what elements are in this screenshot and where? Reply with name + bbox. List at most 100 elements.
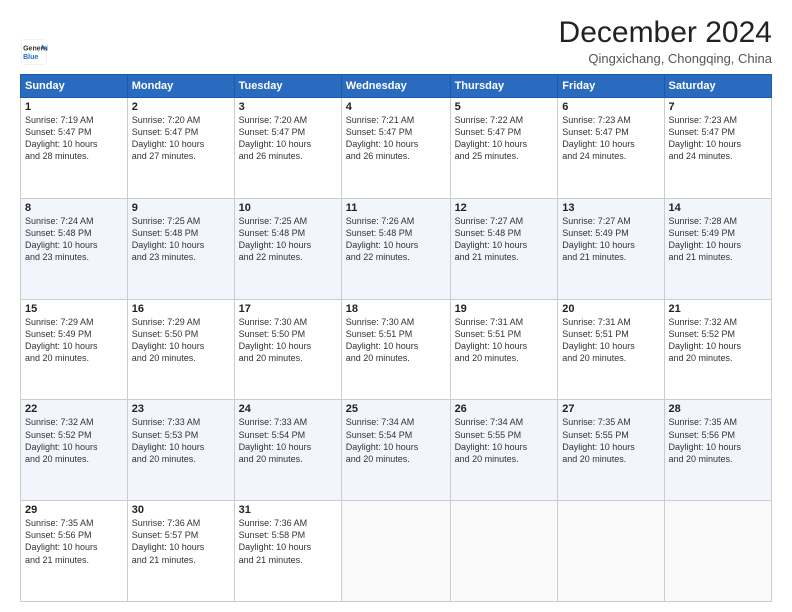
calendar-cell: 19Sunrise: 7:31 AM Sunset: 5:51 PM Dayli… bbox=[450, 299, 558, 400]
calendar-cell: 13Sunrise: 7:27 AM Sunset: 5:49 PM Dayli… bbox=[558, 198, 664, 299]
day-info: Sunrise: 7:30 AM Sunset: 5:51 PM Dayligh… bbox=[346, 316, 446, 365]
calendar-cell: 14Sunrise: 7:28 AM Sunset: 5:49 PM Dayli… bbox=[664, 198, 771, 299]
title-block: December 2024 Qingxichang, Chongqing, Ch… bbox=[559, 16, 772, 66]
day-info: Sunrise: 7:29 AM Sunset: 5:50 PM Dayligh… bbox=[132, 316, 230, 365]
day-number: 26 bbox=[455, 403, 554, 415]
logo-icon: General Blue bbox=[20, 38, 48, 66]
calendar-cell: 28Sunrise: 7:35 AM Sunset: 5:56 PM Dayli… bbox=[664, 400, 771, 501]
day-info: Sunrise: 7:31 AM Sunset: 5:51 PM Dayligh… bbox=[455, 316, 554, 365]
day-number: 6 bbox=[562, 101, 659, 113]
day-number: 13 bbox=[562, 202, 659, 214]
calendar-cell: 3Sunrise: 7:20 AM Sunset: 5:47 PM Daylig… bbox=[234, 98, 341, 199]
col-header-sunday: Sunday bbox=[21, 75, 128, 98]
day-number: 22 bbox=[25, 403, 123, 415]
calendar-cell: 10Sunrise: 7:25 AM Sunset: 5:48 PM Dayli… bbox=[234, 198, 341, 299]
day-number: 19 bbox=[455, 303, 554, 315]
calendar-cell: 12Sunrise: 7:27 AM Sunset: 5:48 PM Dayli… bbox=[450, 198, 558, 299]
calendar-cell: 24Sunrise: 7:33 AM Sunset: 5:54 PM Dayli… bbox=[234, 400, 341, 501]
day-number: 21 bbox=[669, 303, 767, 315]
col-header-tuesday: Tuesday bbox=[234, 75, 341, 98]
day-info: Sunrise: 7:34 AM Sunset: 5:54 PM Dayligh… bbox=[346, 416, 446, 465]
day-number: 15 bbox=[25, 303, 123, 315]
day-number: 18 bbox=[346, 303, 446, 315]
day-info: Sunrise: 7:23 AM Sunset: 5:47 PM Dayligh… bbox=[562, 114, 659, 163]
day-number: 30 bbox=[132, 504, 230, 516]
calendar-cell: 7Sunrise: 7:23 AM Sunset: 5:47 PM Daylig… bbox=[664, 98, 771, 199]
day-number: 4 bbox=[346, 101, 446, 113]
calendar-cell: 4Sunrise: 7:21 AM Sunset: 5:47 PM Daylig… bbox=[341, 98, 450, 199]
day-info: Sunrise: 7:35 AM Sunset: 5:56 PM Dayligh… bbox=[25, 517, 123, 566]
day-info: Sunrise: 7:20 AM Sunset: 5:47 PM Dayligh… bbox=[132, 114, 230, 163]
calendar-cell: 1Sunrise: 7:19 AM Sunset: 5:47 PM Daylig… bbox=[21, 98, 128, 199]
day-number: 20 bbox=[562, 303, 659, 315]
calendar-cell bbox=[450, 501, 558, 602]
day-info: Sunrise: 7:31 AM Sunset: 5:51 PM Dayligh… bbox=[562, 316, 659, 365]
day-info: Sunrise: 7:19 AM Sunset: 5:47 PM Dayligh… bbox=[25, 114, 123, 163]
day-info: Sunrise: 7:22 AM Sunset: 5:47 PM Dayligh… bbox=[455, 114, 554, 163]
calendar-cell: 11Sunrise: 7:26 AM Sunset: 5:48 PM Dayli… bbox=[341, 198, 450, 299]
svg-text:Blue: Blue bbox=[23, 54, 38, 61]
day-number: 1 bbox=[25, 101, 123, 113]
calendar-cell: 5Sunrise: 7:22 AM Sunset: 5:47 PM Daylig… bbox=[450, 98, 558, 199]
calendar-cell: 30Sunrise: 7:36 AM Sunset: 5:57 PM Dayli… bbox=[127, 501, 234, 602]
calendar-cell: 15Sunrise: 7:29 AM Sunset: 5:49 PM Dayli… bbox=[21, 299, 128, 400]
calendar-cell: 21Sunrise: 7:32 AM Sunset: 5:52 PM Dayli… bbox=[664, 299, 771, 400]
day-number: 2 bbox=[132, 101, 230, 113]
calendar-cell bbox=[341, 501, 450, 602]
logo: General Blue bbox=[20, 38, 48, 66]
main-title: December 2024 bbox=[559, 16, 772, 49]
day-info: Sunrise: 7:23 AM Sunset: 5:47 PM Dayligh… bbox=[669, 114, 767, 163]
calendar-cell: 22Sunrise: 7:32 AM Sunset: 5:52 PM Dayli… bbox=[21, 400, 128, 501]
day-info: Sunrise: 7:26 AM Sunset: 5:48 PM Dayligh… bbox=[346, 215, 446, 264]
day-info: Sunrise: 7:24 AM Sunset: 5:48 PM Dayligh… bbox=[25, 215, 123, 264]
day-info: Sunrise: 7:35 AM Sunset: 5:56 PM Dayligh… bbox=[669, 416, 767, 465]
day-info: Sunrise: 7:25 AM Sunset: 5:48 PM Dayligh… bbox=[239, 215, 337, 264]
calendar-cell: 31Sunrise: 7:36 AM Sunset: 5:58 PM Dayli… bbox=[234, 501, 341, 602]
calendar-cell bbox=[664, 501, 771, 602]
day-info: Sunrise: 7:33 AM Sunset: 5:54 PM Dayligh… bbox=[239, 416, 337, 465]
day-info: Sunrise: 7:27 AM Sunset: 5:48 PM Dayligh… bbox=[455, 215, 554, 264]
calendar-cell: 27Sunrise: 7:35 AM Sunset: 5:55 PM Dayli… bbox=[558, 400, 664, 501]
day-number: 14 bbox=[669, 202, 767, 214]
calendar-cell: 23Sunrise: 7:33 AM Sunset: 5:53 PM Dayli… bbox=[127, 400, 234, 501]
col-header-wednesday: Wednesday bbox=[341, 75, 450, 98]
calendar-cell: 6Sunrise: 7:23 AM Sunset: 5:47 PM Daylig… bbox=[558, 98, 664, 199]
calendar-cell: 20Sunrise: 7:31 AM Sunset: 5:51 PM Dayli… bbox=[558, 299, 664, 400]
calendar: SundayMondayTuesdayWednesdayThursdayFrid… bbox=[20, 74, 772, 602]
calendar-cell: 29Sunrise: 7:35 AM Sunset: 5:56 PM Dayli… bbox=[21, 501, 128, 602]
col-header-friday: Friday bbox=[558, 75, 664, 98]
day-number: 12 bbox=[455, 202, 554, 214]
day-info: Sunrise: 7:36 AM Sunset: 5:58 PM Dayligh… bbox=[239, 517, 337, 566]
calendar-cell: 9Sunrise: 7:25 AM Sunset: 5:48 PM Daylig… bbox=[127, 198, 234, 299]
calendar-cell: 17Sunrise: 7:30 AM Sunset: 5:50 PM Dayli… bbox=[234, 299, 341, 400]
day-info: Sunrise: 7:34 AM Sunset: 5:55 PM Dayligh… bbox=[455, 416, 554, 465]
day-number: 31 bbox=[239, 504, 337, 516]
calendar-cell: 18Sunrise: 7:30 AM Sunset: 5:51 PM Dayli… bbox=[341, 299, 450, 400]
day-number: 8 bbox=[25, 202, 123, 214]
day-info: Sunrise: 7:21 AM Sunset: 5:47 PM Dayligh… bbox=[346, 114, 446, 163]
calendar-cell: 8Sunrise: 7:24 AM Sunset: 5:48 PM Daylig… bbox=[21, 198, 128, 299]
day-info: Sunrise: 7:36 AM Sunset: 5:57 PM Dayligh… bbox=[132, 517, 230, 566]
day-number: 7 bbox=[669, 101, 767, 113]
day-number: 11 bbox=[346, 202, 446, 214]
day-number: 10 bbox=[239, 202, 337, 214]
day-info: Sunrise: 7:33 AM Sunset: 5:53 PM Dayligh… bbox=[132, 416, 230, 465]
day-number: 29 bbox=[25, 504, 123, 516]
col-header-thursday: Thursday bbox=[450, 75, 558, 98]
col-header-saturday: Saturday bbox=[664, 75, 771, 98]
day-info: Sunrise: 7:25 AM Sunset: 5:48 PM Dayligh… bbox=[132, 215, 230, 264]
svg-text:General: General bbox=[23, 45, 48, 52]
day-info: Sunrise: 7:29 AM Sunset: 5:49 PM Dayligh… bbox=[25, 316, 123, 365]
day-number: 5 bbox=[455, 101, 554, 113]
day-number: 27 bbox=[562, 403, 659, 415]
day-info: Sunrise: 7:32 AM Sunset: 5:52 PM Dayligh… bbox=[25, 416, 123, 465]
day-number: 17 bbox=[239, 303, 337, 315]
day-number: 3 bbox=[239, 101, 337, 113]
calendar-cell: 25Sunrise: 7:34 AM Sunset: 5:54 PM Dayli… bbox=[341, 400, 450, 501]
day-number: 9 bbox=[132, 202, 230, 214]
day-number: 16 bbox=[132, 303, 230, 315]
calendar-cell: 26Sunrise: 7:34 AM Sunset: 5:55 PM Dayli… bbox=[450, 400, 558, 501]
day-number: 24 bbox=[239, 403, 337, 415]
day-info: Sunrise: 7:35 AM Sunset: 5:55 PM Dayligh… bbox=[562, 416, 659, 465]
calendar-cell: 2Sunrise: 7:20 AM Sunset: 5:47 PM Daylig… bbox=[127, 98, 234, 199]
